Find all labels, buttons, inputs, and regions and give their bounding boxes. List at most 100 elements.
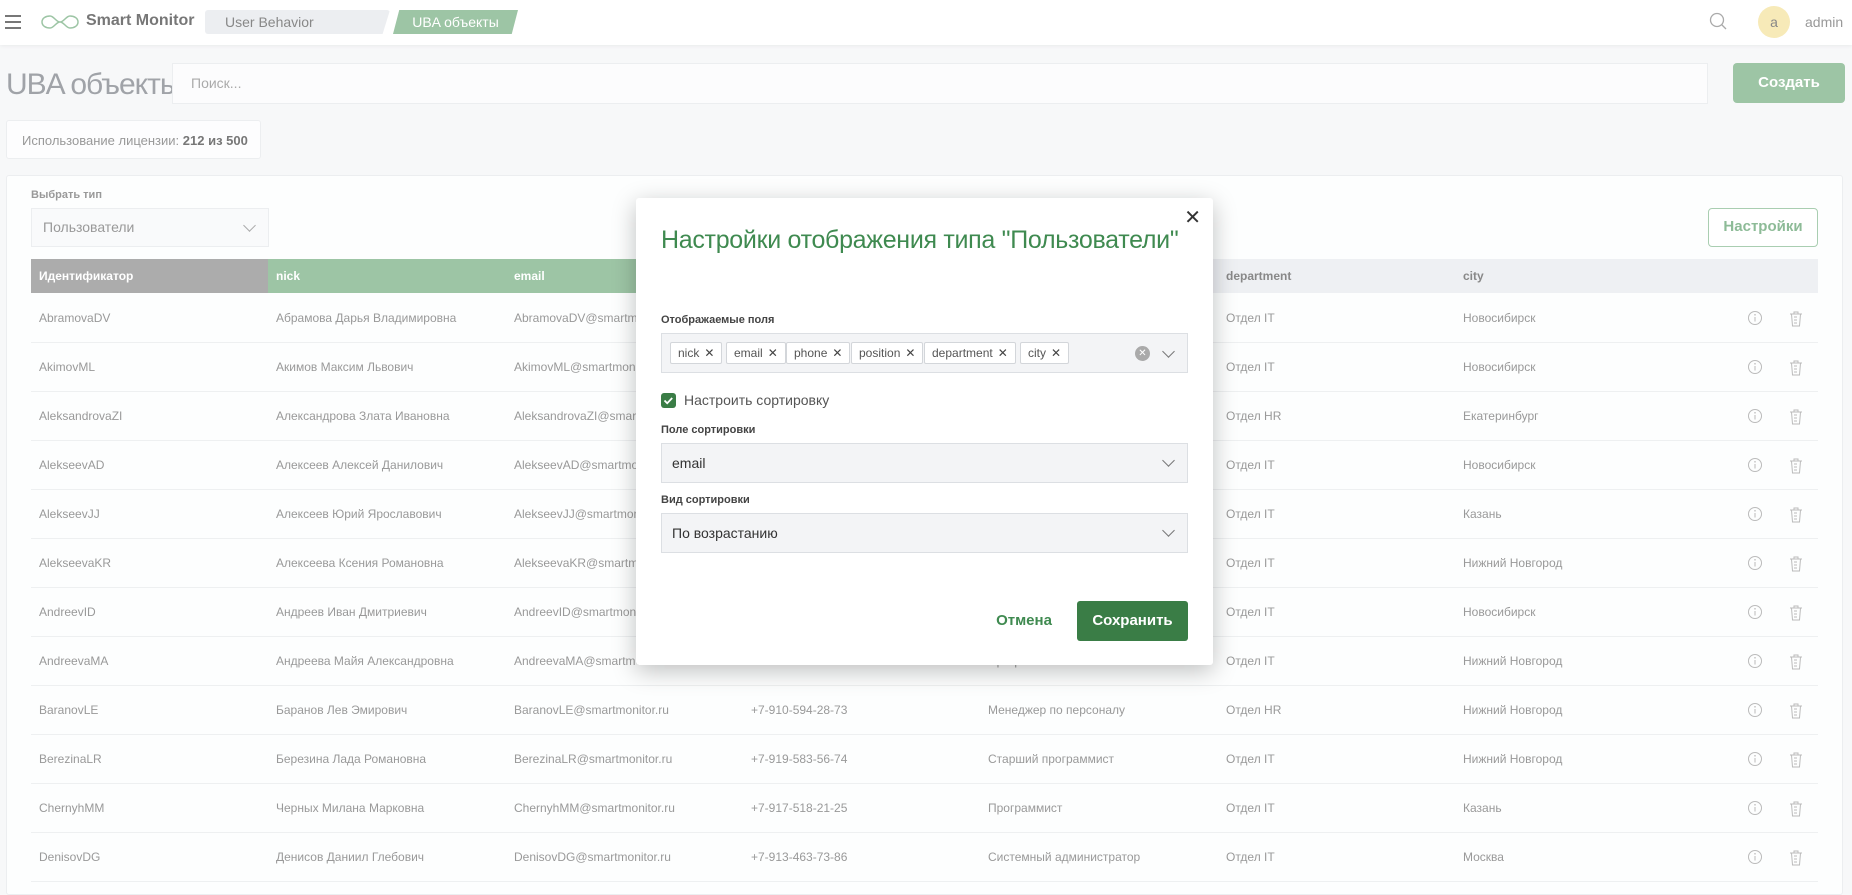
avatar[interactable]: a: [1758, 6, 1790, 38]
type-label: Выбрать тип: [31, 189, 102, 201]
close-icon[interactable]: ✕: [1184, 208, 1201, 228]
remove-tag-icon[interactable]: ✕: [704, 346, 714, 360]
display-settings-modal: ✕ Настройки отображения типа "Пользовате…: [636, 198, 1213, 665]
cell-nick: Александрова Злата Ивановна: [276, 409, 450, 423]
info-icon[interactable]: [1747, 751, 1763, 767]
top-bar: Smart Monitor User Behavior Analytics UB…: [0, 0, 1852, 45]
cell-phone: +7-913-463-73-86: [751, 850, 848, 864]
cell-city: Казань: [1463, 507, 1502, 521]
trash-icon[interactable]: [1788, 408, 1804, 425]
create-button[interactable]: Создать: [1733, 63, 1845, 103]
remove-tag-icon[interactable]: ✕: [905, 346, 915, 360]
column-header-идентификатор[interactable]: Идентификатор: [31, 259, 268, 293]
trash-icon[interactable]: [1788, 555, 1804, 572]
cell-department: Отдел IT: [1226, 360, 1275, 374]
info-icon[interactable]: [1747, 849, 1763, 865]
cell-city: Нижний Новгород: [1463, 556, 1563, 570]
cell-идентификатор: BaranovLE: [39, 703, 99, 717]
sort-order-label: Вид сортировки: [661, 494, 750, 506]
trash-icon[interactable]: [1788, 849, 1804, 866]
cell-идентификатор: AlekseevaKR: [39, 556, 112, 570]
cell-идентификатор: BerezinaLR: [39, 752, 102, 766]
info-icon[interactable]: [1747, 653, 1763, 669]
cell-nick: Андреев Иван Дмитриевич: [276, 605, 427, 619]
cell-department: Отдел IT: [1226, 556, 1275, 570]
cell-department: Отдел IT: [1226, 654, 1275, 668]
cell-nick: Алексеева Ксения Романовна: [276, 556, 444, 570]
sort-checkbox[interactable]: [661, 393, 676, 408]
breadcrumb-uba-objects[interactable]: UBA объекты: [393, 10, 518, 34]
info-icon[interactable]: [1747, 506, 1763, 522]
trash-icon[interactable]: [1788, 800, 1804, 817]
trash-icon[interactable]: [1788, 604, 1804, 621]
chevron-down-icon[interactable]: [1162, 345, 1175, 358]
search-icon[interactable]: [1708, 11, 1728, 31]
info-icon[interactable]: [1747, 604, 1763, 620]
info-icon[interactable]: [1747, 702, 1763, 718]
user-name[interactable]: admin: [1805, 14, 1843, 30]
type-select[interactable]: Пользователи: [31, 208, 269, 247]
sort-checkbox-label[interactable]: Настроить сортировку: [684, 392, 829, 408]
cell-city: Новосибирск: [1463, 360, 1536, 374]
cell-идентификатор: AkimovML: [39, 360, 96, 374]
cell-city: Казань: [1463, 801, 1502, 815]
clear-all-icon[interactable]: ✕: [1135, 346, 1150, 361]
table-row[interactable]: BaranovLE Баранов Лев Эмирович BaranovLE@s…: [31, 686, 1818, 735]
table-row[interactable]: BerezinaLR Березина Лада Романовна Berezin…: [31, 735, 1818, 784]
info-icon[interactable]: [1747, 555, 1763, 571]
trash-icon[interactable]: [1788, 506, 1804, 523]
cell-email: DenisovDG@smartmonitor.ru: [514, 850, 671, 864]
trash-icon[interactable]: [1788, 457, 1804, 474]
logo-icon: [41, 15, 79, 29]
tag-label: position: [859, 346, 901, 360]
cell-position: Старший программист: [988, 752, 1115, 766]
column-header-nick[interactable]: nick: [268, 259, 506, 293]
cancel-button[interactable]: Отмена: [984, 601, 1064, 641]
license-label: Использование лицензии:: [22, 133, 180, 148]
menu-icon[interactable]: [5, 15, 21, 29]
search-input[interactable]: Поиск...: [172, 63, 1708, 104]
cell-phone: +7-917-518-21-25: [751, 801, 848, 815]
cell-city: Новосибирск: [1463, 311, 1536, 325]
sort-field-select[interactable]: email: [661, 443, 1188, 483]
cell-department: Отдел IT: [1226, 752, 1275, 766]
table-row[interactable]: DenisovDG Денисов Даниил Глебович DenisovD…: [31, 833, 1818, 882]
remove-tag-icon[interactable]: ✕: [998, 346, 1008, 360]
trash-icon[interactable]: [1788, 653, 1804, 670]
fields-multiselect[interactable]: ✕ nick ✕ email ✕ phone ✕ position ✕ department ✕ c…: [661, 333, 1188, 373]
tag-label: email: [734, 346, 763, 360]
info-icon[interactable]: [1747, 800, 1763, 816]
settings-button[interactable]: Настройки: [1708, 208, 1818, 247]
cell-nick: Баранов Лев Эмирович: [276, 703, 408, 717]
cell-идентификатор: AbramovaDV: [39, 311, 111, 325]
cell-city: Новосибирск: [1463, 605, 1536, 619]
tag-label: department: [932, 346, 993, 360]
column-header-city[interactable]: city: [1455, 259, 1484, 293]
cell-phone: +7-919-583-56-74: [751, 752, 848, 766]
info-icon[interactable]: [1747, 310, 1763, 326]
cell-department: Отдел IT: [1226, 458, 1275, 472]
brand-name[interactable]: Smart Monitor: [86, 12, 194, 30]
cell-nick: Алексеев Юрий Ярославович: [276, 507, 442, 521]
info-icon[interactable]: [1747, 359, 1763, 375]
cell-идентификатор: AndreevID: [39, 605, 96, 619]
trash-icon[interactable]: [1788, 310, 1804, 327]
table-row[interactable]: ChernyhMM Черных Милана Марковна ChernyhMM…: [31, 784, 1818, 833]
remove-tag-icon[interactable]: ✕: [768, 346, 778, 360]
trash-icon[interactable]: [1788, 359, 1804, 376]
trash-icon[interactable]: [1788, 702, 1804, 719]
cell-идентификатор: AlekseevJJ: [39, 507, 100, 521]
trash-icon[interactable]: [1788, 751, 1804, 768]
remove-tag-icon[interactable]: ✕: [1051, 346, 1061, 360]
info-icon[interactable]: [1747, 408, 1763, 424]
page-title: UBA объекты: [6, 68, 181, 101]
license-value: 212 из 500: [182, 133, 248, 148]
remove-tag-icon[interactable]: ✕: [832, 346, 842, 360]
sort-order-select[interactable]: По возрастанию: [661, 513, 1188, 553]
info-icon[interactable]: [1747, 457, 1763, 473]
cell-department: Отдел IT: [1226, 507, 1275, 521]
tag-label: city: [1028, 346, 1046, 360]
column-header-department[interactable]: department: [1218, 259, 1291, 293]
save-button[interactable]: Сохранить: [1077, 601, 1188, 641]
breadcrumb-uba[interactable]: User Behavior Analytics: [205, 10, 390, 34]
